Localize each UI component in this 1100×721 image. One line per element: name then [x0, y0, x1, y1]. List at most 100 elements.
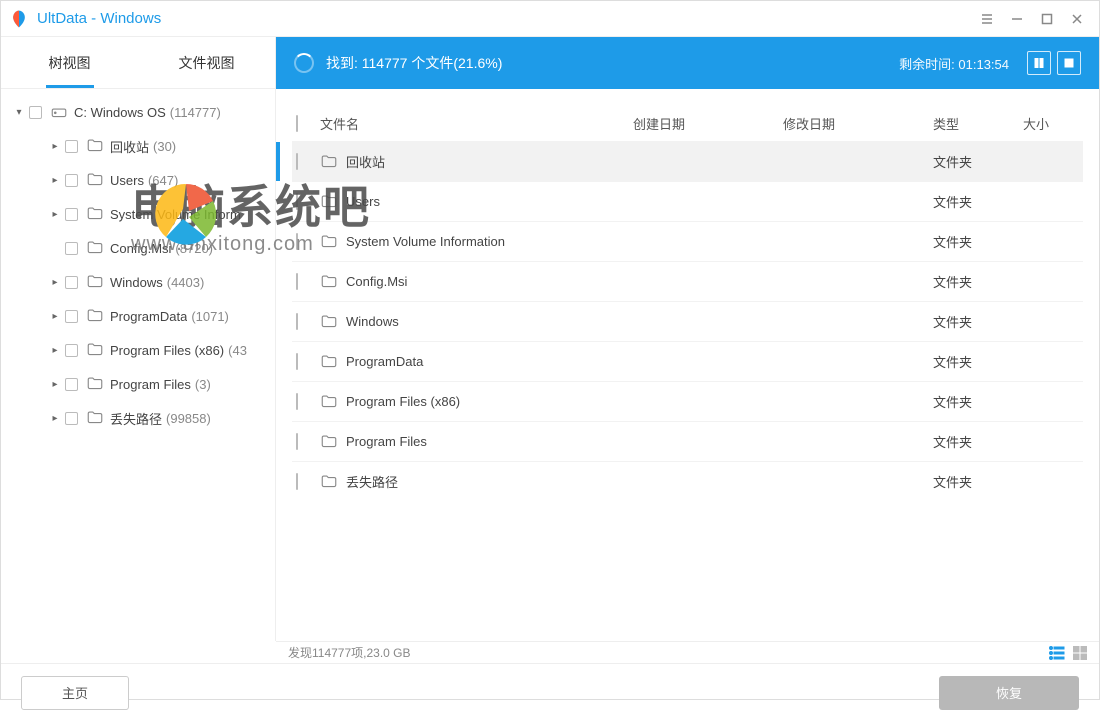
tree-item[interactable]: ▸ System Volume Inform — [1, 197, 275, 231]
minimize-button[interactable] — [1003, 5, 1031, 33]
tree-item[interactable]: ▸Program Files (x86) (43 — [1, 333, 275, 367]
file-type: 文件夹 — [933, 272, 1023, 291]
file-type: 文件夹 — [933, 432, 1023, 451]
tree-count: (99858) — [166, 411, 211, 426]
checkbox[interactable] — [296, 473, 298, 490]
tree-item[interactable]: ▸Config.Msi (8720) — [1, 231, 275, 265]
checkbox[interactable] — [296, 393, 298, 410]
checkbox[interactable] — [296, 353, 298, 370]
folder-icon — [86, 239, 104, 257]
tab-file-view[interactable]: 文件视图 — [138, 37, 275, 88]
chevron-down-icon[interactable]: ▾ — [13, 107, 25, 118]
titlebar: UltData - Windows — [1, 1, 1099, 37]
col-mdate[interactable]: 修改日期 — [783, 114, 933, 133]
chevron-right-icon[interactable]: ▸ — [49, 345, 61, 356]
checkbox[interactable] — [296, 233, 298, 250]
folder-icon — [86, 307, 104, 325]
col-cdate[interactable]: 创建日期 — [633, 114, 783, 133]
file-row[interactable]: ProgramData文件夹 — [292, 341, 1083, 381]
checkbox[interactable] — [296, 153, 298, 170]
close-button[interactable] — [1063, 5, 1091, 33]
file-row[interactable]: 回收站 文件夹 — [292, 141, 1083, 181]
file-name: Windows — [346, 314, 399, 329]
tree-item[interactable]: ▸Users (647) — [1, 163, 275, 197]
chevron-right-icon[interactable]: ▸ — [49, 175, 61, 186]
folder-icon — [320, 233, 338, 251]
tab-tree-view[interactable]: 树视图 — [1, 37, 138, 88]
list-view-icon[interactable] — [1049, 646, 1065, 660]
chevron-right-icon[interactable]: ▸ — [49, 209, 61, 220]
checkbox[interactable] — [296, 313, 298, 330]
folder-icon — [320, 273, 338, 291]
col-name[interactable]: 文件名 — [320, 114, 633, 133]
folder-icon — [86, 341, 104, 359]
checkbox[interactable] — [65, 310, 78, 323]
file-name: Config.Msi — [346, 274, 407, 289]
col-size[interactable]: 大小 — [1023, 114, 1083, 133]
file-type: 文件夹 — [933, 312, 1023, 331]
tree-count: (1071) — [191, 309, 229, 324]
status-text: 发现114777项,23.0 GB — [288, 644, 411, 661]
folder-icon — [320, 393, 338, 411]
tree-count: (8720) — [175, 241, 213, 256]
file-row[interactable]: Program Files (x86)文件夹 — [292, 381, 1083, 421]
tree-item[interactable]: ▸回收站 (30) — [1, 129, 275, 163]
file-row[interactable]: Program Files 文件夹 — [292, 421, 1083, 461]
folder-icon — [320, 153, 338, 171]
select-all-checkbox[interactable] — [296, 115, 298, 132]
footer: 主页 恢复 — [1, 663, 1099, 721]
tree-count: (43 — [228, 343, 247, 358]
chevron-right-icon[interactable]: ▸ — [49, 379, 61, 390]
tree-label: System Volume Inform — [110, 207, 241, 222]
tab-label: 文件视图 — [179, 53, 235, 73]
col-type[interactable]: 类型 — [933, 114, 1023, 133]
file-type: 文件夹 — [933, 152, 1023, 171]
tree-item[interactable]: ▸Windows (4403) — [1, 265, 275, 299]
file-row[interactable]: Users文件夹 — [292, 181, 1083, 221]
tree-count: (3) — [195, 377, 211, 392]
checkbox[interactable] — [296, 433, 298, 450]
maximize-button[interactable] — [1033, 5, 1061, 33]
tree-item[interactable]: ▸Program Files (3) — [1, 367, 275, 401]
pause-button[interactable] — [1027, 51, 1051, 75]
menu-button[interactable] — [973, 5, 1001, 33]
file-name: 回收站 — [346, 152, 385, 171]
checkbox[interactable] — [296, 193, 298, 210]
file-row[interactable]: 丢失路径文件夹 — [292, 461, 1083, 501]
checkbox[interactable] — [65, 276, 78, 289]
tree-label: C: Windows OS — [74, 105, 166, 120]
chevron-right-icon[interactable]: ▸ — [49, 311, 61, 322]
folder-icon — [86, 171, 104, 189]
file-row[interactable]: Windows 文件夹 — [292, 301, 1083, 341]
file-row[interactable]: Config.Msi 文件夹 — [292, 261, 1083, 301]
tree-root[interactable]: ▾ C: Windows OS (114777) — [1, 95, 275, 129]
tree-label: Windows — [110, 275, 163, 290]
file-name: Program Files — [346, 434, 427, 449]
chevron-right-icon[interactable]: ▸ — [49, 277, 61, 288]
checkbox[interactable] — [29, 106, 42, 119]
checkbox[interactable] — [65, 174, 78, 187]
tree-label: ProgramData — [110, 309, 187, 324]
tree-item[interactable]: ▸丢失路径 (99858) — [1, 401, 275, 435]
checkbox[interactable] — [65, 242, 78, 255]
folder-icon — [320, 313, 338, 331]
checkbox[interactable] — [65, 378, 78, 391]
folder-icon — [320, 473, 338, 491]
checkbox[interactable] — [65, 208, 78, 221]
stop-button[interactable] — [1057, 51, 1081, 75]
home-button[interactable]: 主页 — [21, 676, 129, 710]
recover-button[interactable]: 恢复 — [939, 676, 1079, 710]
tree-label: Users — [110, 173, 144, 188]
checkbox[interactable] — [65, 412, 78, 425]
grid-view-icon[interactable] — [1073, 646, 1087, 660]
chevron-right-icon[interactable]: ▸ — [49, 141, 61, 152]
checkbox[interactable] — [296, 273, 298, 290]
tree-label: Config.Msi — [110, 241, 171, 256]
tree-item[interactable]: ▸ ProgramData (1071) — [1, 299, 275, 333]
spinner-icon — [294, 53, 314, 73]
tab-label: 树视图 — [49, 53, 91, 73]
checkbox[interactable] — [65, 344, 78, 357]
checkbox[interactable] — [65, 140, 78, 153]
chevron-right-icon[interactable]: ▸ — [49, 413, 61, 424]
file-row[interactable]: System Volume Information文件夹 — [292, 221, 1083, 261]
